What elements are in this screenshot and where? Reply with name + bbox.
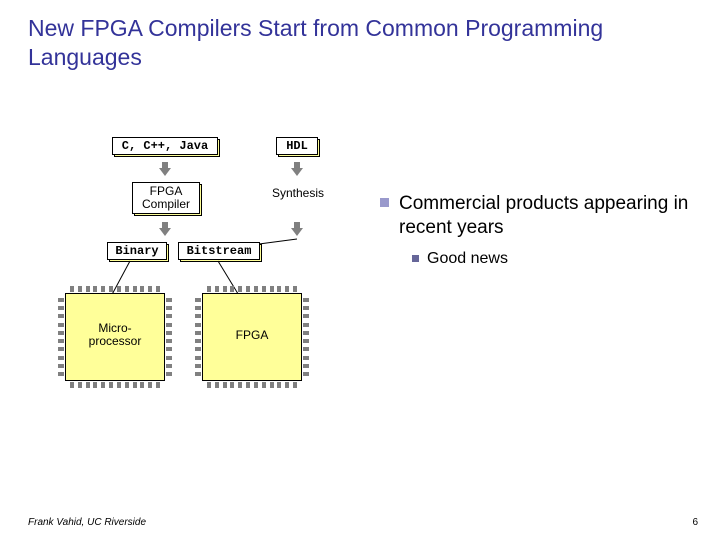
bullet-square-small-icon: [412, 255, 419, 262]
page-number: 6: [692, 517, 698, 528]
chip-label-microprocessor: Micro- processor: [58, 322, 172, 348]
bullet-sub: Good news: [412, 250, 508, 268]
bullet-square-icon: [380, 198, 389, 207]
footer-author: Frank Vahid, UC Riverside: [28, 517, 146, 528]
bullet-main: Commercial products appearing in recent …: [380, 192, 700, 240]
bullet-main-text: Commercial products appearing in recent …: [399, 192, 700, 240]
chip-microprocessor: Micro- processor: [58, 286, 172, 388]
chip-fpga: FPGA: [195, 286, 309, 388]
bullet-sub-text: Good news: [427, 250, 508, 268]
chip-label-fpga: FPGA: [195, 328, 309, 342]
